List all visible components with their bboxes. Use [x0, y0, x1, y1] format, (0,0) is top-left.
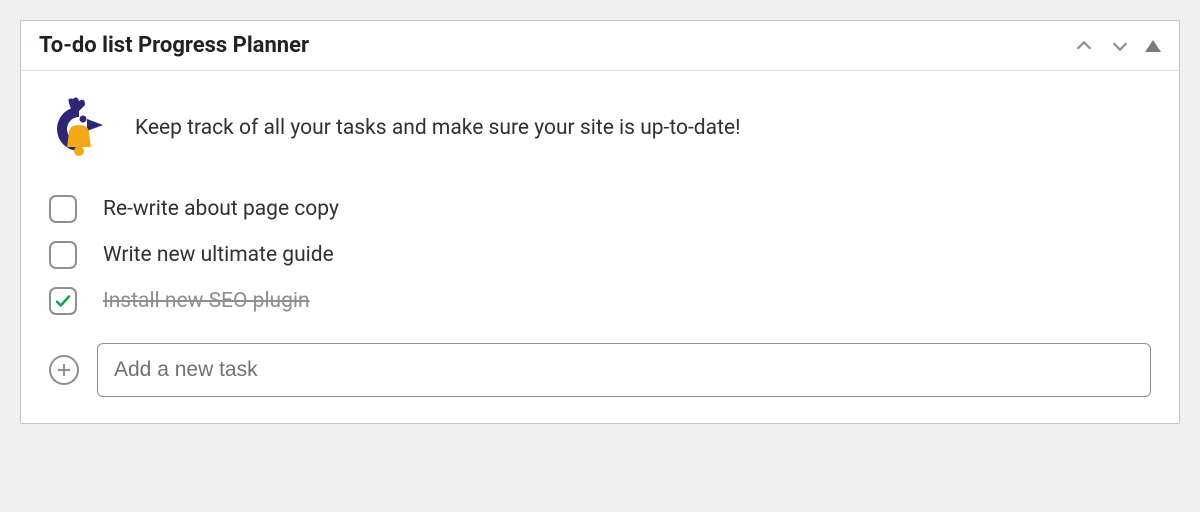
task-item: Re-write about page copy: [49, 195, 1151, 223]
task-label: Re-write about page copy: [103, 197, 339, 221]
add-task-row: [49, 343, 1151, 397]
move-down-icon[interactable]: [1109, 35, 1131, 57]
todo-widget: To-do list Progress Planner: [20, 20, 1180, 424]
add-task-icon[interactable]: [49, 355, 79, 385]
add-task-input[interactable]: [97, 343, 1151, 397]
collapse-icon[interactable]: [1145, 40, 1161, 52]
header-controls: [1073, 35, 1161, 57]
task-item: Install new SEO plugin: [49, 287, 1151, 315]
task-item: Write new ultimate guide: [49, 241, 1151, 269]
task-checkbox[interactable]: [49, 287, 77, 315]
widget-body: Keep track of all your tasks and make su…: [21, 71, 1179, 423]
task-list: Re-write about page copy Write new ultim…: [49, 195, 1151, 315]
task-checkbox[interactable]: [49, 195, 77, 223]
widget-header: To-do list Progress Planner: [21, 21, 1179, 71]
task-label: Install new SEO plugin: [103, 289, 310, 313]
intro-row: Keep track of all your tasks and make su…: [49, 97, 1151, 161]
widget-title: To-do list Progress Planner: [39, 33, 309, 58]
task-label: Write new ultimate guide: [103, 243, 334, 267]
intro-text: Keep track of all your tasks and make su…: [135, 114, 741, 143]
task-checkbox[interactable]: [49, 241, 77, 269]
move-up-icon[interactable]: [1073, 35, 1095, 57]
mascot-icon: [49, 97, 109, 161]
